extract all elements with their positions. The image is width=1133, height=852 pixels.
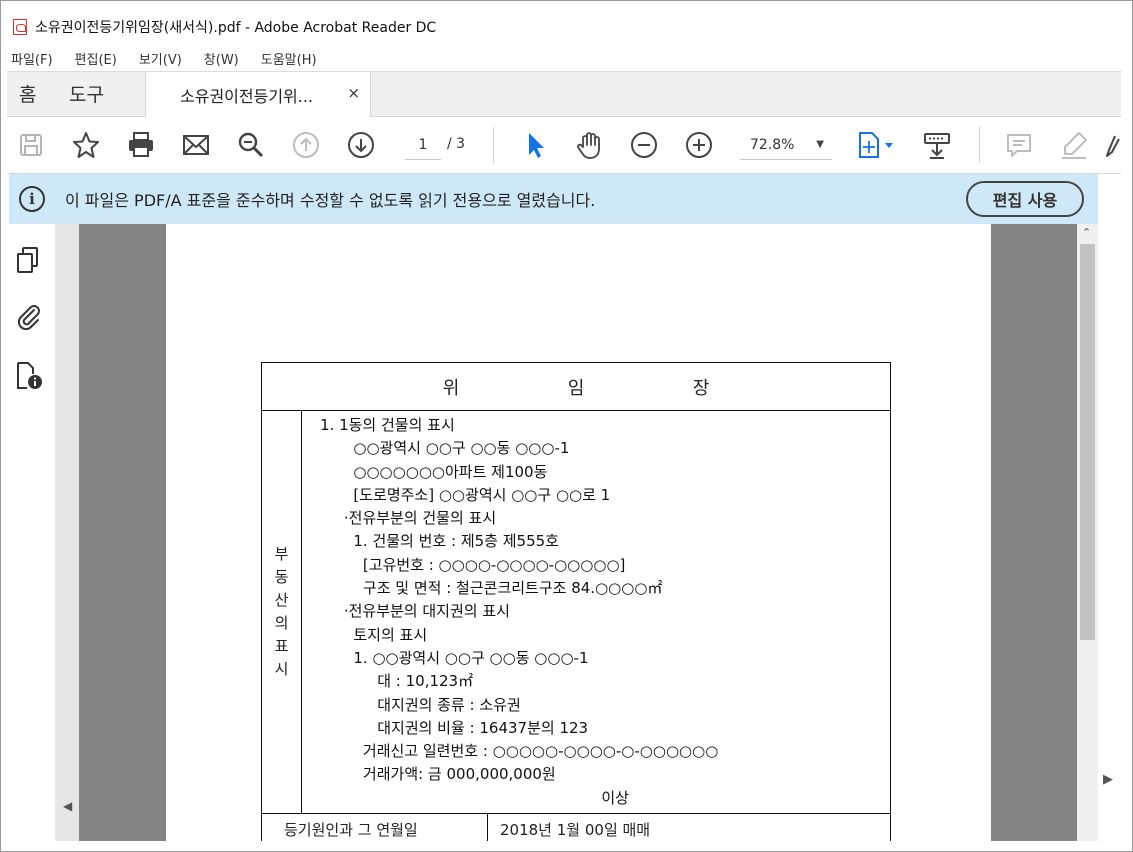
description-line: ○○○○○○○아파트 제100동 (320, 462, 548, 481)
description-line: ○○광역시 ○○구 ○○동 ○○○-1 (320, 439, 570, 458)
vertical-scrollbar[interactable]: ⌃ (1077, 224, 1098, 841)
acrobat-app-icon (13, 19, 27, 35)
tab-document[interactable]: 소유권이전등기위... × (145, 72, 371, 117)
hand-tool-icon[interactable] (573, 129, 605, 161)
email-icon[interactable] (180, 129, 212, 161)
tab-bar: 홈 도구 소유권이전등기위... × (7, 71, 1121, 117)
registration-cause-row: 등기원인과 그 연월일 2018년 1월 00일 매매 (262, 814, 890, 841)
page-total: / 3 (447, 136, 466, 152)
menu-view[interactable]: 보기(V) (135, 49, 182, 68)
expand-right-arrow-icon[interactable]: ▶ (1103, 772, 1113, 787)
description-line: ·전유부분의 건물의 표시 (320, 509, 497, 528)
menu-file[interactable]: 파일(F) (7, 49, 53, 68)
readonly-info-banner: i 이 파일은 PDF/A 표준을 준수하며 수정할 수 없도록 읽기 전용으로… (9, 174, 1098, 224)
toolbar-divider (979, 127, 980, 163)
page-thumbnails-icon[interactable] (13, 244, 45, 276)
label-char: 의 (274, 614, 289, 633)
toolbar-divider (493, 127, 494, 163)
property-display-label: 부 동 산 의 표 시 (262, 411, 302, 814)
description-line: 대지권의 비율 : 16437분의 123 (320, 718, 589, 737)
info-icon: i (19, 186, 45, 212)
zoom-out-icon[interactable] (628, 129, 660, 161)
page-number-input[interactable]: 1 (405, 130, 441, 160)
power-of-attorney-form: 위 임 장 부 동 산 의 표 시 1. 1동의 건물의 표시 ○○광역시 ○○… (261, 362, 891, 841)
tab-home[interactable]: 홈 (19, 80, 36, 107)
description-line: ·전유부분의 대지권의 표시 (320, 602, 510, 621)
description-line: [도로명주소] ○○광역시 ○○구 ○○로 1 (320, 485, 611, 504)
select-cursor-icon[interactable] (519, 129, 551, 161)
page-down-icon[interactable] (345, 129, 377, 161)
label-char: 시 (274, 660, 289, 679)
label-char: 표 (274, 637, 289, 656)
pdf-page: 위 임 장 부 동 산 의 표 시 1. 1동의 건물의 표시 ○○광역시 ○○… (166, 224, 991, 841)
menu-bar: 파일(F) 편집(E) 보기(V) 창(W) 도움말(H) (7, 45, 1121, 71)
document-viewer[interactable]: 위 임 장 부 동 산 의 표 시 1. 1동의 건물의 표시 ○○광역시 ○○… (79, 224, 1098, 841)
description-line: 거래신고 일련번호 : ○○○○○-○○○○-○-○○○○○○ (320, 742, 719, 761)
description-line: 거래가액: 금 000,000,000원 (320, 765, 556, 784)
fit-page-icon[interactable] (853, 129, 899, 161)
left-pane-collapse-strip[interactable]: ◀ (55, 224, 79, 841)
registration-cause-label: 등기원인과 그 연월일 (262, 814, 488, 841)
registration-cause-value: 2018년 1월 00일 매매 (500, 820, 651, 839)
close-tab-icon[interactable]: × (347, 84, 360, 102)
save-icon[interactable] (15, 129, 47, 161)
description-line: 1. 1동의 건물의 표시 (320, 416, 455, 434)
description-line: [고유번호 : ○○○○-○○○○-○○○○○] (320, 555, 626, 574)
enable-editing-button[interactable]: 편집 사용 (966, 181, 1084, 217)
menu-edit[interactable]: 편집(E) (71, 49, 117, 68)
document-tab-label: 소유권이전등기위... (180, 86, 314, 106)
title-bar: 소유권이전등기위임장(새서식).pdf - Adobe Acrobat Read… (7, 9, 1121, 45)
description-line: 대 : 10,123㎡ (320, 672, 474, 691)
scroll-up-arrow-icon[interactable]: ⌃ (1082, 226, 1091, 239)
description-line: 토지의 표시 (320, 625, 428, 644)
chevron-down-icon: ▼ (816, 139, 824, 150)
zoom-in-icon[interactable] (683, 129, 715, 161)
menu-window[interactable]: 창(W) (200, 49, 239, 68)
collapse-left-arrow-icon[interactable]: ◀ (63, 799, 72, 813)
label-char: 동 (274, 568, 289, 587)
label-char: 부 (274, 545, 289, 564)
attachment-paperclip-icon[interactable] (13, 301, 45, 333)
toolbar: 1 / 3 72.8% ▼ (7, 117, 1121, 174)
description-line: 대지권의 종류 : 소유권 (320, 695, 521, 714)
tab-tools[interactable]: 도구 (69, 80, 104, 107)
description-line: 1. 건물의 번호 : 제5층 제555호 (320, 532, 559, 551)
window-title: 소유권이전등기위임장(새서식).pdf - Adobe Acrobat Read… (35, 20, 437, 36)
keyboard-scroll-icon[interactable] (921, 129, 953, 161)
document-properties-icon[interactable] (13, 360, 45, 392)
label-char: 산 (274, 591, 289, 610)
draw-tool-icon[interactable] (1103, 129, 1121, 161)
right-pane-collapse-strip[interactable]: ▶ (1098, 174, 1121, 841)
zoom-level-select[interactable]: 72.8% ▼ (740, 130, 832, 160)
print-icon[interactable] (125, 129, 157, 161)
scrollbar-thumb[interactable] (1080, 244, 1095, 640)
highlight-pen-icon[interactable] (1058, 129, 1090, 161)
menu-help[interactable]: 도움말(H) (257, 49, 317, 68)
search-zoom-icon[interactable] (235, 129, 267, 161)
zoom-level-value: 72.8% (750, 137, 795, 153)
description-line: 구조 및 면적 : 철근콘크리트구조 84.○○○○㎡ (320, 579, 663, 598)
description-line: 이상 (320, 788, 629, 807)
bookmark-star-icon[interactable] (70, 129, 102, 161)
document-title: 위 임 장 (262, 363, 890, 411)
banner-message: 이 파일은 PDF/A 표준을 준수하며 수정할 수 없도록 읽기 전용으로 열… (65, 191, 596, 210)
description-line: 1. ○○광역시 ○○구 ○○동 ○○○-1 (320, 648, 589, 667)
property-description-row: 부 동 산 의 표 시 1. 1동의 건물의 표시 ○○광역시 ○○구 ○○동 … (262, 411, 890, 815)
title-char: 장 (692, 377, 710, 399)
title-char: 위 (442, 377, 460, 399)
comment-icon[interactable] (1003, 129, 1035, 161)
property-description-text: 1. 1동의 건물의 표시 ○○광역시 ○○구 ○○동 ○○○-1 ○○○○○○… (302, 411, 890, 813)
page-up-icon[interactable] (290, 129, 322, 161)
acrobat-window: 소유권이전등기위임장(새서식).pdf - Adobe Acrobat Read… (0, 0, 1133, 852)
title-char: 임 (567, 377, 585, 399)
navigation-pane (9, 224, 56, 841)
